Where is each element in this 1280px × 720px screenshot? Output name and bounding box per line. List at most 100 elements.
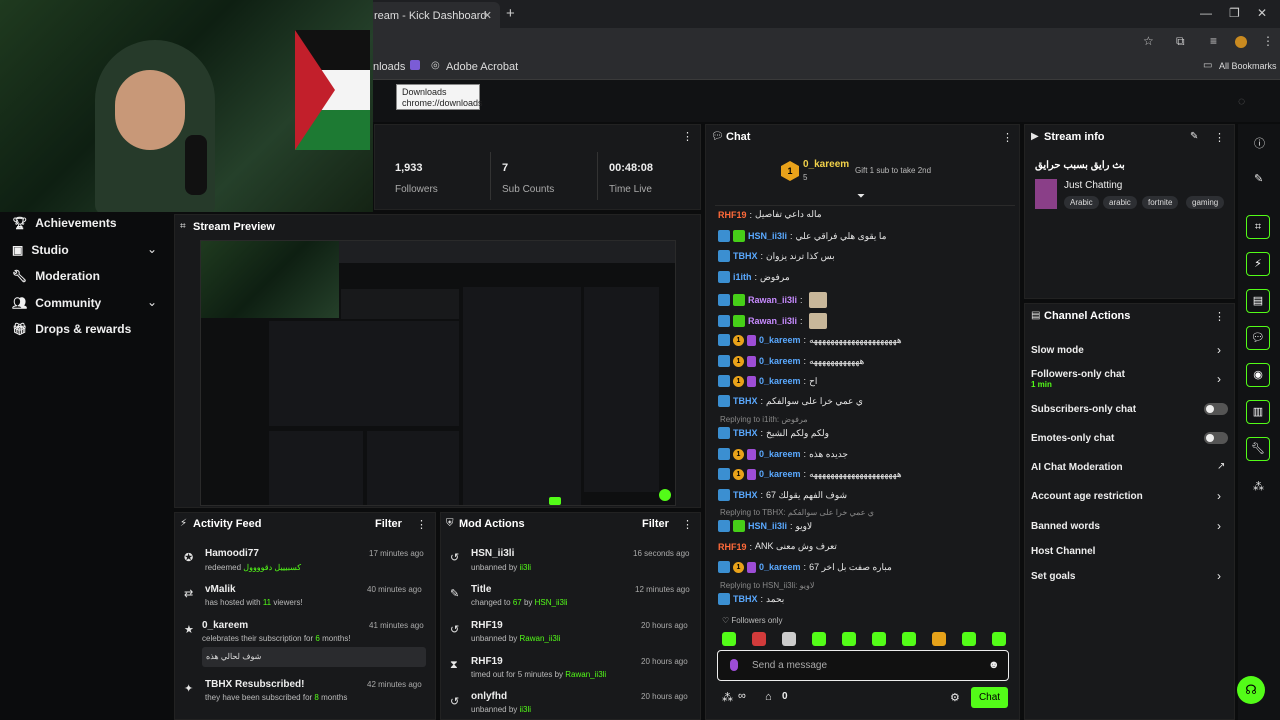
feed-item-name[interactable]: TBHX Resubscribed! xyxy=(205,679,304,690)
chat-message[interactable]: RHF19: ماله داعي تفاصيل xyxy=(718,209,822,220)
rail-broadcast-icon[interactable]: ◉ xyxy=(1246,363,1270,387)
emote-6[interactable] xyxy=(872,632,886,646)
shop-icon[interactable]: ⌂ xyxy=(765,691,772,703)
chat-message[interactable]: 1 0_kareem: ههههههههههههه xyxy=(718,355,864,367)
emote-1[interactable] xyxy=(722,632,736,646)
chat-username[interactable]: HSN_ii3li xyxy=(748,521,787,531)
chat-message[interactable]: 1 0_kareem: مباره صفت بل اخر 67 xyxy=(718,561,892,573)
bookmark-acrobat[interactable]: Adobe Acrobat xyxy=(446,61,518,73)
category-thumbnail[interactable] xyxy=(1035,179,1057,209)
edit-pencil-icon[interactable]: ✎ xyxy=(1190,131,1198,142)
external-link-icon[interactable]: ↗ xyxy=(1217,461,1225,472)
chat-username[interactable]: TBHX xyxy=(733,428,758,438)
pinned-user[interactable]: 0_kareem xyxy=(803,159,849,170)
chat-message[interactable]: TBHX: بس كذا ترند يزوان xyxy=(718,250,835,262)
chevron-right-icon[interactable]: › xyxy=(1217,569,1221,583)
slow-mode-row[interactable]: Slow mode xyxy=(1031,345,1084,356)
stream-preview-video[interactable] xyxy=(200,240,676,506)
chat-message[interactable]: 1 0_kareem: هههههههههههههههههههههه xyxy=(718,334,902,346)
followers-only-row[interactable]: Followers-only chat xyxy=(1031,369,1125,380)
chat-message[interactable]: 1 0_kareem: اح xyxy=(718,375,817,387)
emote-10[interactable] xyxy=(992,632,1006,646)
feed-item-name[interactable]: vMalik xyxy=(205,584,236,595)
category-name[interactable]: Just Chatting xyxy=(1064,180,1122,191)
chat-message[interactable]: Rawan_ii3li: xyxy=(718,313,827,329)
activity-filter-button[interactable]: Filter xyxy=(375,518,402,530)
chat-username[interactable]: Rawan_ii3li xyxy=(748,316,797,326)
mod-item-name[interactable]: Title xyxy=(471,584,491,595)
chat-input-box[interactable]: Send a message ☻ xyxy=(717,650,1009,681)
chat-username[interactable]: 0_kareem xyxy=(759,376,801,386)
chat-username[interactable]: TBHX xyxy=(733,251,758,261)
chat-username[interactable]: TBHX xyxy=(733,396,758,406)
chevron-right-icon[interactable]: › xyxy=(1217,519,1221,533)
mod-item-name[interactable]: onlyfhd xyxy=(471,691,507,702)
sidebar-item-moderation[interactable]: 🔧︎ Moderation xyxy=(12,269,100,283)
browser-tab[interactable]: ream - Kick Dashboard ✕ xyxy=(368,2,500,28)
chevron-right-icon[interactable]: › xyxy=(1217,489,1221,503)
ai-moderation-row[interactable]: AI Chat Moderation xyxy=(1031,462,1123,473)
chat-message[interactable]: TBHX: بحمد xyxy=(718,593,784,605)
chat-message[interactable]: TBHX: شوف الفهم يقولك 67 xyxy=(718,489,847,501)
chevron-right-icon[interactable]: › xyxy=(1217,372,1221,386)
emote-7[interactable] xyxy=(902,632,916,646)
twitch-icon[interactable] xyxy=(410,60,420,70)
stream-info-menu-icon[interactable]: ⋮ xyxy=(1214,131,1225,144)
chat-message[interactable]: TBHX: ي عمي خرا على سوالفكم xyxy=(718,395,863,407)
maximize-icon[interactable]: ❐ xyxy=(1229,6,1240,20)
feed-item-name[interactable]: 0_kareem xyxy=(202,620,248,631)
chat-message[interactable]: HSN_ii3li: لاويو xyxy=(718,520,812,532)
mod-item-name[interactable]: RHF19 xyxy=(471,620,503,631)
chat-username[interactable]: 0_kareem xyxy=(759,449,801,459)
activity-menu-icon[interactable]: ⋮ xyxy=(416,518,427,531)
sidebar-item-community[interactable]: 👥︎ Community xyxy=(12,296,101,310)
emote-2[interactable] xyxy=(752,632,766,646)
points-icon[interactable]: ⁂ xyxy=(722,691,733,704)
feed-item-name[interactable]: Hamoodi77 xyxy=(205,548,259,559)
mod-filter-button[interactable]: Filter xyxy=(642,518,669,530)
chat-username[interactable]: RHF19 xyxy=(718,542,747,552)
tag[interactable]: arabic xyxy=(1103,196,1137,209)
banned-words-row[interactable]: Banned words xyxy=(1031,521,1100,532)
account-age-row[interactable]: Account age restriction xyxy=(1031,491,1143,502)
rail-preview-icon[interactable]: ⌗ xyxy=(1246,215,1270,239)
mod-item-name[interactable]: RHF19 xyxy=(471,656,503,667)
tag[interactable]: gaming xyxy=(1186,196,1225,209)
settings-icon[interactable]: ⚙ xyxy=(950,691,960,704)
rail-stats-icon[interactable]: ▤ xyxy=(1246,289,1270,313)
chat-message[interactable]: 1 0_kareem: هههههههههههههههههههههه xyxy=(718,468,902,480)
chat-username[interactable]: 0_kareem xyxy=(759,335,801,345)
minimize-icon[interactable]: — xyxy=(1200,6,1212,20)
bookmark-downloads[interactable]: nloads xyxy=(373,61,405,73)
chevron-down-icon[interactable]: ⌄ xyxy=(147,242,157,256)
rail-actions-icon[interactable]: ▥ xyxy=(1246,400,1270,424)
tag[interactable]: fortnite xyxy=(1142,196,1179,209)
mod-menu-icon[interactable]: ⋮ xyxy=(682,518,693,531)
chat-username[interactable]: i1ith xyxy=(733,272,752,282)
pencil-icon[interactable]: ✎ xyxy=(1254,172,1263,185)
chevron-right-icon[interactable]: › xyxy=(1217,343,1221,357)
chat-message[interactable]: i1ith: مرفوض xyxy=(718,271,790,283)
emote-9[interactable] xyxy=(962,632,976,646)
microphone-icon[interactable] xyxy=(730,659,738,671)
mod-item-name[interactable]: HSN_ii3li xyxy=(471,548,514,559)
info-icon[interactable]: ⓘ xyxy=(1254,135,1265,151)
media-icon[interactable]: ≡ xyxy=(1210,34,1217,48)
emote-3[interactable] xyxy=(782,632,796,646)
emote-5[interactable] xyxy=(842,632,856,646)
chat-message[interactable]: RHF19: ANK تعرف وش معنى xyxy=(718,541,837,552)
close-tab-icon[interactable]: ✕ xyxy=(483,9,492,22)
new-tab-button[interactable]: + xyxy=(506,5,515,22)
emoji-icon[interactable]: ☻ xyxy=(988,659,1000,671)
chat-username[interactable]: Rawan_ii3li xyxy=(748,295,797,305)
chat-message[interactable]: HSN_ii3li: ما يقوى هلي فراقي علي xyxy=(718,230,887,242)
close-window-icon[interactable]: ✕ xyxy=(1257,6,1267,20)
collapse-pinned-icon[interactable]: ⏷ xyxy=(857,191,865,202)
chat-message[interactable]: TBHX: ولكم ولكم الشيخ xyxy=(718,427,829,439)
star-icon[interactable]: ☆ xyxy=(1143,34,1154,48)
emote-8[interactable] xyxy=(932,632,946,646)
support-button[interactable]: ☊ xyxy=(1237,676,1265,704)
chat-menu-icon[interactable]: ⋮ xyxy=(1002,131,1013,144)
sidebar-item-achievements[interactable]: 🏆︎ Achievements xyxy=(12,216,117,230)
chat-username[interactable]: HSN_ii3li xyxy=(748,231,787,241)
